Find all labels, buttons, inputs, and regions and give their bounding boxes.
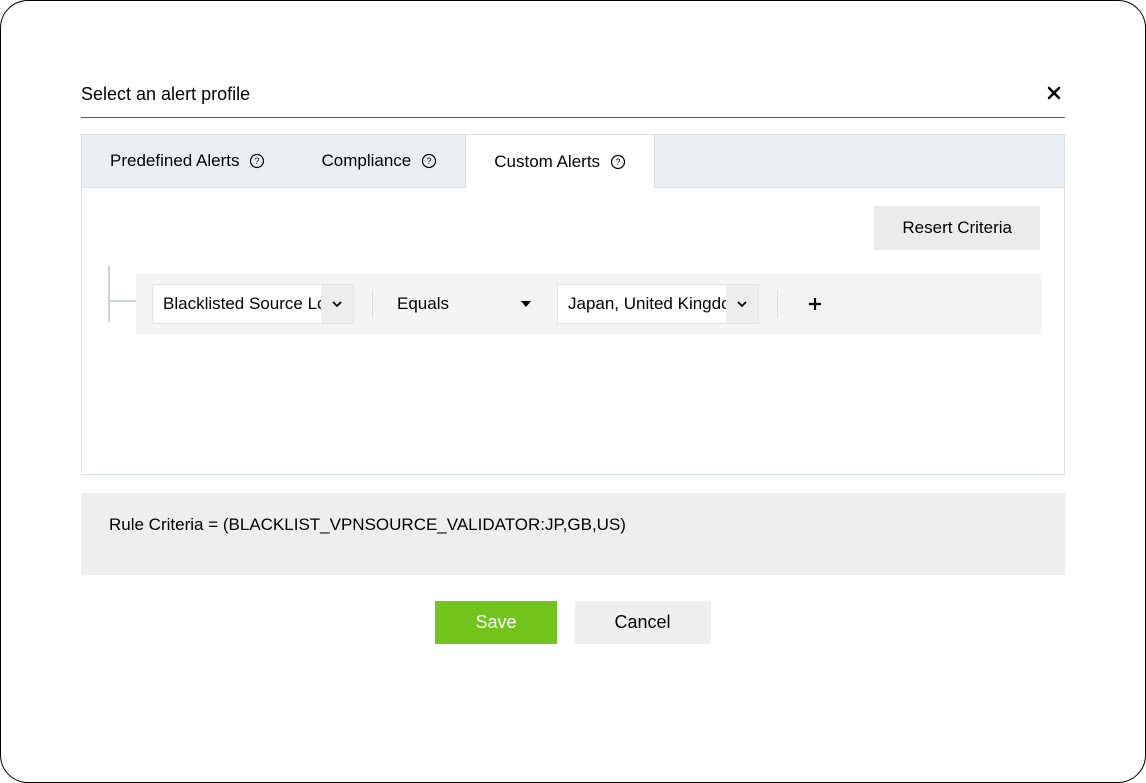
rule-criteria-box: Rule Criteria = (BLACKLIST_VPNSOURCE_VAL… <box>81 493 1065 575</box>
help-icon[interactable]: ? <box>421 153 437 169</box>
chevron-down-icon <box>321 285 353 323</box>
dialog-header: Select an alert profile <box>81 81 1065 118</box>
criteria-operator-select[interactable]: Equals <box>391 294 539 314</box>
tab-predefined-alerts[interactable]: Predefined Alerts ? <box>82 135 293 187</box>
divider <box>777 290 778 318</box>
svg-text:?: ? <box>427 156 432 166</box>
divider <box>372 290 373 318</box>
tab-custom-alerts[interactable]: Custom Alerts ? <box>465 135 655 188</box>
dialog-actions: Save Cancel <box>81 601 1065 644</box>
tabs-container: Predefined Alerts ? Compliance ? Custom … <box>81 134 1065 475</box>
criteria-row-wrap: Blacklisted Source Lo Equals Japan, <box>104 274 1042 334</box>
svg-text:?: ? <box>616 157 621 167</box>
dialog-title: Select an alert profile <box>81 84 250 105</box>
svg-text:?: ? <box>255 156 260 166</box>
rule-criteria-label: Rule Criteria = <box>109 515 223 534</box>
chevron-down-icon <box>726 285 758 323</box>
reset-criteria-button[interactable]: Resert Criteria <box>874 206 1040 250</box>
criteria-field-value: Blacklisted Source Lo <box>153 294 321 314</box>
add-criteria-button[interactable] <box>804 293 826 315</box>
help-icon[interactable]: ? <box>610 154 626 170</box>
alert-profile-dialog: Select an alert profile Predefined Alert… <box>0 0 1146 783</box>
criteria-value-text: Japan, United Kingdo <box>558 294 726 314</box>
tabs-body: Resert Criteria Blacklisted Source Lo Eq… <box>82 188 1064 474</box>
tab-label: Custom Alerts <box>494 152 600 172</box>
help-icon[interactable]: ? <box>249 153 265 169</box>
tab-strip: Predefined Alerts ? Compliance ? Custom … <box>82 135 1064 188</box>
save-button[interactable]: Save <box>435 601 556 644</box>
tree-connector-icon <box>104 276 136 332</box>
tab-label: Predefined Alerts <box>110 151 239 171</box>
rule-criteria-value: (BLACKLIST_VPNSOURCE_VALIDATOR:JP,GB,US) <box>223 515 626 534</box>
criteria-field-select[interactable]: Blacklisted Source Lo <box>152 284 354 324</box>
cancel-button[interactable]: Cancel <box>575 601 711 644</box>
close-icon[interactable] <box>1043 81 1065 107</box>
criteria-operator-value: Equals <box>397 294 449 314</box>
caret-down-icon <box>519 297 533 311</box>
tab-compliance[interactable]: Compliance ? <box>293 135 465 187</box>
tab-label: Compliance <box>321 151 411 171</box>
criteria-value-select[interactable]: Japan, United Kingdo <box>557 284 759 324</box>
criteria-row: Blacklisted Source Lo Equals Japan, <box>136 274 1042 334</box>
